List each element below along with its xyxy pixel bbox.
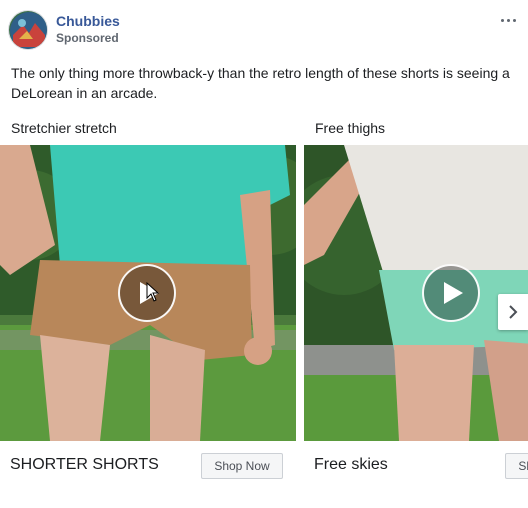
play-icon xyxy=(444,282,463,304)
shop-now-button[interactable]: Shop Now xyxy=(201,453,283,479)
sponsored-label[interactable]: Sponsored xyxy=(56,31,119,45)
mouse-cursor-icon xyxy=(146,282,160,302)
carousel: Stretchier stretch SHORTER SHORTS Shop N… xyxy=(0,112,528,508)
more-options-icon[interactable] xyxy=(496,10,520,30)
shop-now-button[interactable]: Shop Now xyxy=(505,453,528,479)
card-title: Free skies xyxy=(314,456,388,473)
post-text: The only thing more throwback-y than the… xyxy=(11,65,510,101)
carousel-card: Stretchier stretch SHORTER SHORTS Shop N… xyxy=(0,112,296,508)
card-title: SHORTER SHORTS xyxy=(10,456,159,473)
card-headline: Free thighs xyxy=(315,120,386,136)
carousel-next-button[interactable] xyxy=(498,294,528,330)
chevron-right-icon xyxy=(509,305,518,319)
video-thumbnail xyxy=(304,145,528,441)
advertiser-avatar[interactable] xyxy=(8,10,48,50)
carousel-card: Free thighs Free skies Shop Now xyxy=(304,112,528,508)
play-button[interactable] xyxy=(422,264,480,322)
post-header: Chubbies Sponsored xyxy=(0,0,528,60)
card-video[interactable] xyxy=(304,145,528,441)
card-headline: Stretchier stretch xyxy=(11,120,117,136)
advertiser-name[interactable]: Chubbies xyxy=(56,13,120,29)
